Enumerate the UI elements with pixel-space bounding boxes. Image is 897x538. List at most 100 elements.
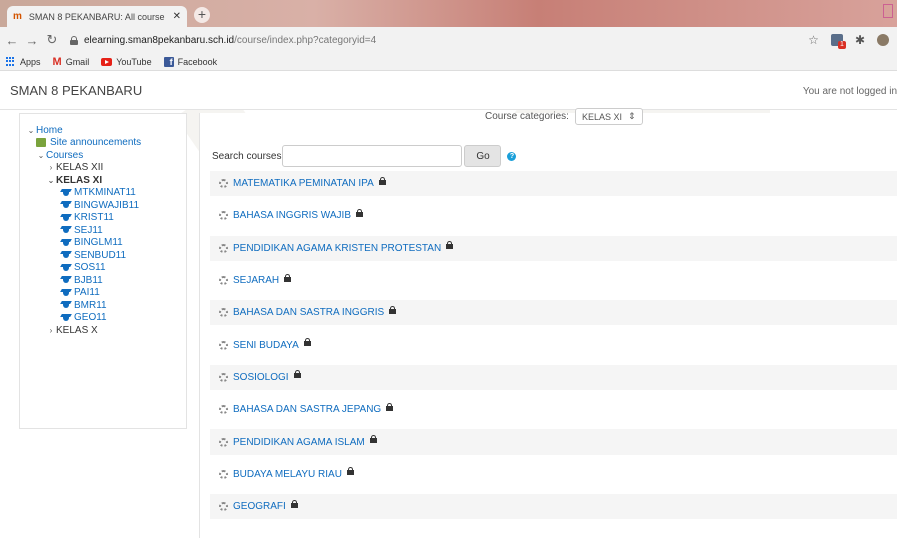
new-tab-button[interactable]: + (194, 7, 210, 23)
main-content: Course categories: KELAS XI ⇕ Search cou… (199, 108, 897, 538)
course-link[interactable]: GEOGRAFI (233, 501, 286, 512)
course-row: PENDIDIKAN AGAMA KRISTEN PROTESTAN (210, 235, 897, 261)
sidebar-course-link[interactable]: BJB11 (74, 275, 103, 286)
sidebar-course-link[interactable]: MTKMINAT11 (74, 187, 136, 198)
graduation-cap-icon (60, 201, 73, 209)
nav-site-announcements-link[interactable]: Site announcements (50, 137, 141, 148)
url-host: elearning.sman8pekanbaru.sch.id (84, 34, 235, 46)
category-select[interactable]: KELAS XI ⇕ (574, 108, 643, 125)
site-name[interactable]: SMAN 8 PEKANBARU (10, 83, 142, 98)
sidebar-course-link[interactable]: BINGLM11 (74, 237, 123, 248)
sidebar-course-link[interactable]: GEO11 (74, 312, 107, 323)
course-link[interactable]: BAHASA DAN SASTRA INGGRIS (233, 307, 384, 318)
course-link[interactable]: SEJARAH (233, 275, 279, 286)
nav-kelas-xii[interactable]: › KELAS XII (20, 162, 186, 175)
guest-access-icon (293, 370, 301, 379)
search-courses-input[interactable] (282, 145, 463, 167)
course-search-form: Search courses Go ? (212, 145, 517, 167)
nav-courses-link[interactable]: Courses (46, 150, 83, 161)
course-link[interactable]: SENI BUDAYA (233, 340, 299, 351)
bookmark-facebook[interactable]: f Facebook (163, 56, 217, 67)
nav-site-announcements[interactable]: Site announcements (20, 137, 186, 150)
sidebar-course-item[interactable]: GEO11 (20, 312, 186, 325)
search-courses-label: Search courses (212, 150, 282, 162)
bookmark-gmail[interactable]: M Gmail (53, 56, 90, 68)
moodle-icon: m (13, 11, 22, 22)
sidebar-course-link[interactable]: SEJ11 (74, 225, 103, 236)
sidebar-course-link[interactable]: SOS11 (74, 262, 106, 273)
course-link[interactable]: MATEMATIKA PEMINATAN IPA (233, 178, 374, 189)
bookmark-apps[interactable]: Apps (6, 56, 41, 67)
forward-arrow-icon[interactable]: → (24, 33, 40, 48)
sidebar-course-item[interactable]: KRIST11 (20, 212, 186, 225)
sidebar-course-item[interactable]: BJB11 (20, 274, 186, 287)
url-field[interactable]: elearning.sman8pekanbaru.sch.id/course/i… (70, 35, 790, 46)
course-link[interactable]: PENDIDIKAN AGAMA ISLAM (233, 437, 365, 448)
puzzle-icon[interactable]: ✱ (855, 33, 865, 47)
lock-icon (70, 35, 78, 45)
forum-icon (36, 138, 46, 148)
sidebar-course-link[interactable]: BINGWAJIB11 (74, 200, 139, 211)
guest-access-icon (389, 305, 397, 314)
graduation-cap-icon (60, 189, 73, 197)
course-link[interactable]: BAHASA DAN SASTRA JEPANG (233, 404, 381, 415)
nav-kelas-x[interactable]: › KELAS X (20, 324, 186, 337)
nav-courses[interactable]: ⌄ Courses (20, 149, 186, 162)
help-icon[interactable]: ? (507, 151, 517, 161)
course-link[interactable]: PENDIDIKAN AGAMA KRISTEN PROTESTAN (233, 243, 441, 254)
course-row: BUDAYA MELAYU RIAU (210, 461, 897, 487)
youtube-icon (101, 57, 113, 66)
course-link[interactable]: BAHASA INGGRIS WAJIB (233, 210, 351, 221)
sidebar-course-item[interactable]: SEJ11 (20, 224, 186, 237)
browser-tab-bar: m SMAN 8 PEKANBARU: All course ✕ + (0, 0, 897, 27)
course-row: PENDIDIKAN AGAMA ISLAM (210, 429, 897, 455)
window-control-icon[interactable] (883, 4, 893, 18)
facebook-icon: f (163, 56, 174, 67)
bookmark-star-icon[interactable]: ☆ (808, 33, 819, 47)
sidebar-course-item[interactable]: SENBUD11 (20, 249, 186, 262)
gmail-icon: M (52, 55, 62, 68)
sidebar-course-link[interactable]: PAI11 (74, 287, 100, 298)
sidebar-course-item[interactable]: BINGLM11 (20, 237, 186, 250)
browser-tab[interactable]: m SMAN 8 PEKANBARU: All course ✕ (7, 6, 187, 27)
category-label: Course categories: (485, 111, 569, 122)
guest-access-icon (378, 176, 386, 185)
sidebar-course-item[interactable]: SOS11 (20, 262, 186, 275)
course-icon (219, 340, 228, 350)
course-link[interactable]: SOSIOLOGI (233, 372, 289, 383)
sidebar-course-item[interactable]: BMR11 (20, 299, 186, 312)
sidebar-course-link[interactable]: SENBUD11 (74, 250, 126, 261)
graduation-cap-icon (60, 239, 73, 247)
nav-kelas-xi[interactable]: ⌄ KELAS XI (20, 174, 186, 187)
navigation-block: ⌄ Home Site announcements ⌄ Courses › KELAS… (19, 113, 187, 429)
close-icon[interactable]: ✕ (173, 11, 181, 22)
back-arrow-icon[interactable]: ← (4, 33, 20, 48)
nav-home[interactable]: ⌄ Home (20, 124, 186, 137)
sidebar-course-item[interactable]: PAI11 (20, 287, 186, 300)
course-icon (219, 437, 228, 447)
nav-kelas-xii-label: KELAS XII (56, 162, 104, 174)
bookmark-label: YouTube (116, 56, 152, 67)
nav-kelas-x-label: KELAS X (56, 324, 98, 336)
course-link[interactable]: BUDAYA MELAYU RIAU (233, 469, 342, 480)
go-button[interactable]: Go (464, 145, 502, 167)
sidebar-course-link[interactable]: BMR11 (74, 300, 107, 311)
select-arrows-icon: ⇕ (627, 111, 636, 121)
profile-avatar-icon[interactable] (877, 34, 889, 46)
reload-icon[interactable]: ↻ (44, 32, 60, 48)
course-row: SEJARAH (210, 267, 897, 294)
course-row: BAHASA DAN SASTRA INGGRIS (210, 300, 897, 326)
course-icon (219, 276, 228, 286)
course-icon (219, 502, 228, 512)
sidebar-course-item[interactable]: MTKMINAT11 (20, 187, 186, 200)
course-row: MATEMATIKA PEMINATAN IPA (210, 171, 897, 197)
sidebar-course-item[interactable]: BINGWAJIB11 (20, 199, 186, 212)
nav-kelas-xi-label: KELAS XI (56, 174, 103, 186)
bookmark-youtube[interactable]: YouTube (101, 56, 152, 67)
nav-home-link[interactable]: Home (36, 125, 63, 136)
course-row: BAHASA INGGRIS WAJIB (210, 203, 897, 229)
sidebar-course-link[interactable]: KRIST11 (74, 212, 114, 223)
guest-access-icon (446, 241, 454, 250)
guest-access-icon (369, 435, 377, 444)
extension-icon[interactable]: 1 (830, 34, 846, 49)
